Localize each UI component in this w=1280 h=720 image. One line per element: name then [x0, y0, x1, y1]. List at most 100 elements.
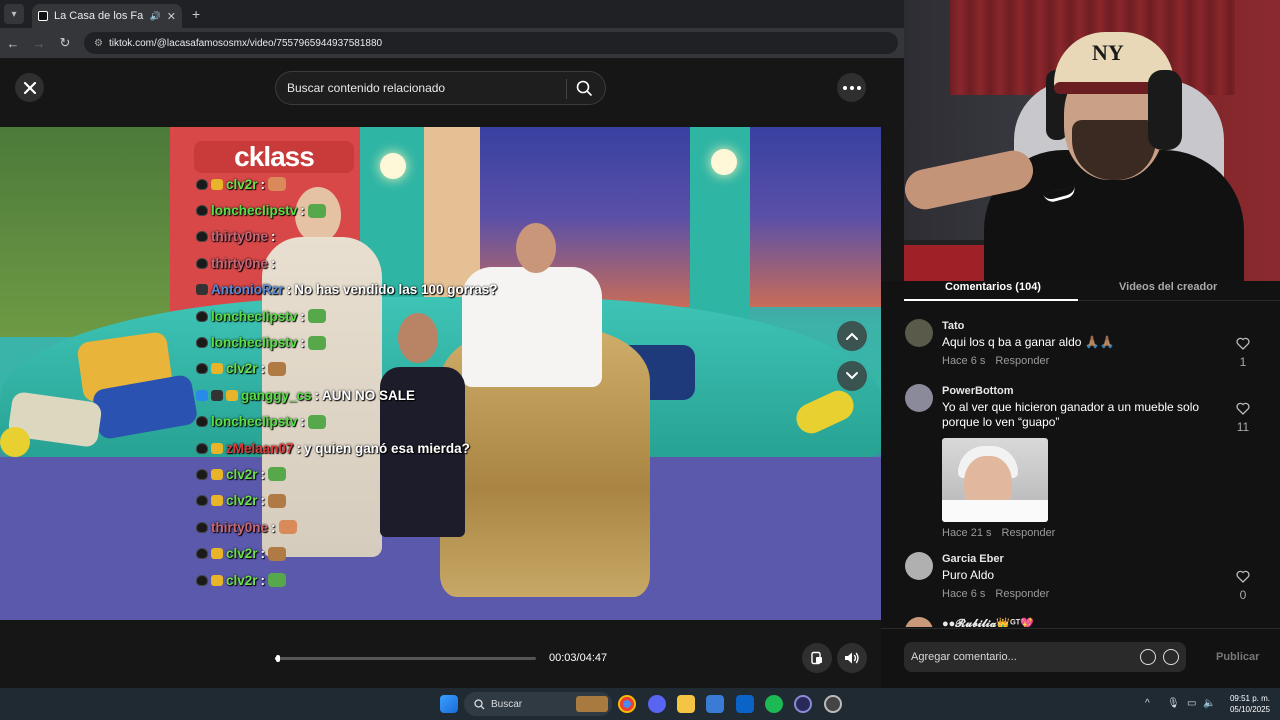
person-head — [516, 223, 556, 273]
publish-button[interactable]: Publicar — [1216, 651, 1259, 663]
reply-button[interactable]: Responder — [995, 588, 1049, 600]
network-icon[interactable]: ▭ — [1187, 698, 1196, 709]
floating-player-icon — [811, 651, 822, 665]
comment-username[interactable]: ●●𝓡𝓾𝓫𝓲𝓵𝓲𝓪👑ᴳᵀ💖 — [942, 617, 1232, 627]
pip-button[interactable] — [802, 643, 832, 673]
browser-tabbar: ▾ La Casa de los Famosos | 🔊 ✕ + — [0, 0, 904, 28]
cat-badge-icon — [196, 205, 208, 217]
taskbar-clock[interactable]: 09:51 p. m. 05/10/2025 — [1230, 693, 1270, 715]
obs-icon[interactable] — [824, 695, 842, 713]
chat-emote-icon — [268, 573, 287, 588]
comment-input[interactable]: Agregar comentario... — [904, 642, 1186, 672]
search-icon[interactable] — [576, 80, 593, 97]
taskbar-search[interactable]: Buscar — [464, 692, 612, 716]
search-icon — [474, 698, 485, 709]
comment-time: Hace 6 s — [942, 355, 986, 367]
cat-badge-icon — [196, 363, 208, 375]
screen: ▾ La Casa de los Famosos | 🔊 ✕ + ← → ↻ ⚙… — [0, 0, 1280, 720]
volume-button[interactable] — [837, 643, 867, 673]
speaker-icon[interactable]: 🔈 — [1203, 698, 1215, 709]
discord-icon[interactable] — [648, 695, 666, 713]
like-button[interactable]: 11 — [1233, 402, 1253, 434]
active-tab-indicator — [904, 299, 1078, 301]
chat-colon: : — [260, 361, 266, 377]
crown-badge-icon — [211, 178, 223, 190]
comment-username[interactable]: Tato — [942, 319, 1232, 333]
chat-username: clv2r — [226, 176, 258, 192]
browser-toolbar: ← → ↻ ⚙ tiktok.com/@lacasafamososmx/vide… — [0, 28, 904, 58]
address-bar[interactable]: ⚙ tiktok.com/@lacasafamososmx/video/7557… — [84, 32, 898, 54]
cat-badge-icon — [196, 521, 208, 533]
comment-item: ●●𝓡𝓾𝓫𝓲𝓵𝓲𝓪👑ᴳᵀ💖 — [905, 617, 1265, 627]
reply-button[interactable]: Responder — [995, 355, 1049, 367]
more-options-button[interactable] — [837, 73, 866, 102]
avatar[interactable] — [905, 384, 933, 412]
avatar[interactable] — [905, 319, 933, 347]
chat-username: lonchecIipstv — [211, 308, 298, 324]
emoji-icon[interactable] — [1163, 649, 1179, 665]
chat-emote-icon — [268, 546, 287, 561]
tab-creator-videos[interactable]: Videos del creador — [1119, 281, 1217, 293]
crown-badge-icon — [211, 468, 223, 480]
chevron-down-icon — [846, 372, 858, 380]
stream-chat-overlay: clv2r : lonchecIipstv : thirty0ne : thirty0… — [196, 171, 516, 593]
video-progress-bar[interactable] — [275, 655, 536, 662]
forward-arrow-icon[interactable]: → — [32, 36, 46, 51]
chat-username: thirty0ne — [211, 519, 269, 535]
next-video-button[interactable] — [837, 361, 867, 391]
chat-message: thirty0ne : — [196, 224, 516, 250]
chat-colon: : — [271, 229, 276, 245]
tab-list-button[interactable]: ▾ — [4, 4, 24, 24]
comments-panel: Comentarios (104) Videos del creador Tat… — [881, 281, 1280, 688]
video-scene-garden — [0, 127, 190, 337]
tab-close-icon[interactable]: ✕ — [167, 10, 176, 23]
site-info-icon[interactable]: ⚙ — [94, 38, 103, 49]
back-arrow-icon[interactable]: ← — [6, 36, 20, 51]
like-count: 11 — [1236, 420, 1250, 434]
like-button[interactable]: 1 — [1233, 337, 1253, 369]
taskbar-search-label: Buscar — [491, 698, 523, 710]
image-shirt — [942, 500, 1048, 522]
avatar[interactable] — [905, 617, 933, 627]
cat-badge-icon — [196, 574, 208, 586]
chevron-up-icon — [846, 332, 858, 340]
progress-knob[interactable] — [276, 655, 280, 662]
like-button[interactable]: 0 — [1233, 570, 1253, 602]
app-icon[interactable] — [794, 695, 812, 713]
tab-comments[interactable]: Comentarios (104) — [945, 281, 1041, 293]
chat-username: lonchecIipstv — [211, 414, 298, 430]
browser-tab[interactable]: La Casa de los Famosos | 🔊 ✕ — [32, 4, 182, 28]
chat-colon: : — [260, 466, 266, 482]
video-player[interactable]: cklass clv2r : lonchecIipstv : thirty0ne :… — [0, 127, 881, 620]
chat-badge-icon — [211, 389, 223, 401]
close-video-button[interactable] — [15, 73, 44, 102]
cat-badge-icon — [196, 416, 208, 428]
search-input[interactable]: Buscar contenido relacionado — [287, 81, 445, 95]
tab-audio-icon[interactable]: 🔊 — [150, 11, 161, 22]
mention-icon[interactable] — [1140, 649, 1156, 665]
chat-colon: : — [260, 546, 266, 562]
reply-button[interactable]: Responder — [1002, 527, 1056, 539]
avatar[interactable] — [905, 552, 933, 580]
comment-username[interactable]: PowerBottom — [942, 384, 1232, 398]
start-icon[interactable] — [440, 695, 458, 713]
comment-text: Yo al ver que hicieron ganador a un mueb… — [942, 400, 1200, 429]
store-icon[interactable] — [706, 695, 724, 713]
chat-username: clv2r — [226, 466, 258, 482]
chevron-up-icon[interactable]: ^ — [1145, 698, 1150, 709]
reload-icon[interactable]: ↻ — [58, 35, 72, 51]
comment-username[interactable]: Garcia Eber — [942, 552, 1232, 566]
spotify-icon[interactable] — [765, 695, 783, 713]
comment-time: Hace 21 s — [942, 527, 992, 539]
microphone-icon[interactable]: 🎙 — [1167, 698, 1180, 709]
comment-image[interactable] — [942, 438, 1048, 522]
chrome-icon[interactable] — [618, 695, 636, 713]
previous-video-button[interactable] — [837, 321, 867, 351]
heart-icon — [1236, 337, 1250, 350]
related-search-bar[interactable]: Buscar contenido relacionado — [275, 71, 606, 105]
new-tab-button[interactable]: + — [192, 6, 200, 22]
chat-text: y quien ganó esa mierda? — [304, 440, 470, 456]
file-explorer-icon[interactable] — [677, 695, 695, 713]
outlook-icon[interactable] — [736, 695, 754, 713]
chat-text: AUN NO SALE — [322, 387, 416, 403]
